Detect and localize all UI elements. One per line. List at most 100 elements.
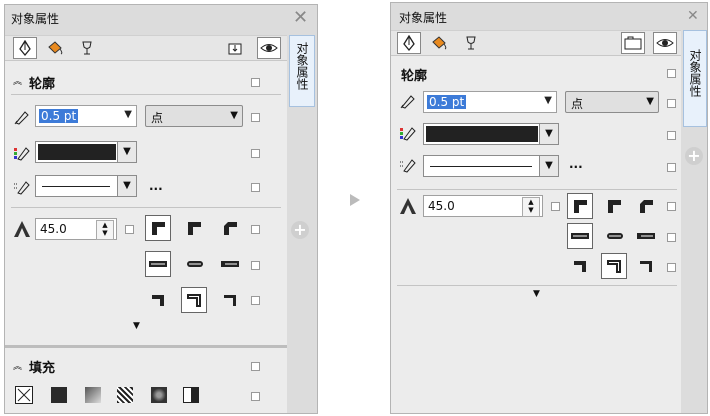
panel-title: 对象属性 (11, 12, 60, 26)
transparency-tab-button[interactable] (459, 32, 483, 54)
collapse-icon[interactable]: ︽ (13, 74, 22, 87)
row-checkbox[interactable] (667, 99, 676, 108)
paint-bucket-icon (48, 41, 63, 55)
eye-icon (260, 44, 278, 52)
row-checkbox[interactable] (125, 225, 134, 234)
right-arrow-icon (350, 194, 360, 206)
wine-glass-icon (466, 36, 476, 50)
section-checkbox[interactable] (667, 69, 676, 78)
row-checkbox[interactable] (251, 225, 260, 234)
outside-position-button[interactable] (145, 287, 171, 313)
pattern-fill-button[interactable] (117, 387, 133, 403)
collapse-icon[interactable]: ︽ (13, 359, 22, 372)
visibility-button[interactable] (653, 32, 677, 54)
outside-position-button[interactable] (567, 253, 593, 279)
row-checkbox[interactable] (667, 163, 676, 172)
center-position-button[interactable] (601, 253, 627, 279)
butt-cap-icon (149, 261, 167, 267)
outline-tab-button[interactable] (397, 32, 421, 54)
divider (397, 285, 677, 286)
section-checkbox[interactable] (251, 362, 260, 371)
butt-cap-button[interactable] (145, 251, 171, 277)
bevel-corner-button[interactable] (633, 193, 659, 219)
butt-cap-button[interactable] (567, 223, 593, 249)
close-icon[interactable]: ✕ (293, 9, 308, 27)
line-style-picker[interactable]: ▼ (35, 175, 137, 197)
miter-corner-icon (574, 200, 587, 213)
transparency-tab-button[interactable] (75, 37, 99, 59)
miter-corner-button[interactable] (567, 193, 593, 219)
object-properties-side-tab[interactable]: 对象属性 (289, 35, 315, 107)
row-checkbox[interactable] (251, 392, 260, 401)
row-checkbox[interactable] (251, 261, 260, 270)
no-fill-button[interactable] (15, 386, 33, 404)
miter-limit-spinbox[interactable]: 45.0 ▲ ▼ (423, 195, 543, 217)
add-tab-icon[interactable]: + (685, 147, 703, 165)
more-options-button[interactable]: ... (149, 179, 163, 193)
row-checkbox[interactable] (551, 202, 560, 211)
center-position-button[interactable] (181, 287, 207, 313)
round-cap-button[interactable] (601, 223, 627, 249)
outline-tab-button[interactable] (13, 37, 37, 59)
row-checkbox[interactable] (251, 113, 260, 122)
spin-arrows[interactable]: ▲ ▼ (96, 220, 114, 240)
fill-section-title: 填充 (29, 361, 56, 376)
no-fill-icon (17, 388, 31, 402)
chevron-down-icon[interactable]: ▼ (117, 176, 136, 196)
line-style-icon (14, 181, 30, 195)
outline-color-icon (400, 127, 416, 141)
round-cap-button[interactable] (181, 251, 207, 277)
outline-color-picker[interactable]: ▼ (423, 123, 559, 145)
chevron-down-icon: ▼ (230, 110, 238, 121)
inside-position-button[interactable] (633, 253, 659, 279)
expand-more-icon[interactable]: ▼ (133, 321, 140, 331)
add-tab-icon[interactable]: + (291, 221, 309, 239)
round-corner-icon (188, 222, 201, 235)
row-checkbox[interactable] (667, 233, 676, 242)
divider (397, 189, 677, 190)
square-cap-icon (637, 233, 655, 239)
unit-dropdown[interactable]: 点 ▼ (565, 91, 659, 113)
fill-tab-button[interactable] (43, 37, 67, 59)
round-corner-button[interactable] (601, 193, 627, 219)
import-button[interactable] (223, 37, 247, 59)
fill-tab-button[interactable] (427, 32, 451, 54)
inside-position-button[interactable] (217, 287, 243, 313)
expand-more-icon[interactable]: ▼ (533, 289, 540, 299)
more-options-button[interactable]: ... (569, 157, 583, 171)
miter-corner-button[interactable] (145, 215, 171, 241)
round-corner-button[interactable] (181, 215, 207, 241)
visibility-button[interactable] (257, 37, 281, 59)
fountain-fill-button[interactable] (85, 387, 101, 403)
section-checkbox[interactable] (251, 78, 260, 87)
outline-width-combo[interactable]: 0.5 pt ▼ (423, 91, 557, 113)
row-checkbox[interactable] (667, 263, 676, 272)
row-checkbox[interactable] (667, 202, 676, 211)
square-cap-button[interactable] (633, 223, 659, 249)
outline-color-picker[interactable]: ▼ (35, 141, 137, 163)
miter-limit-spinbox[interactable]: 45.0 ▲ ▼ (35, 218, 117, 240)
row-checkbox[interactable] (251, 183, 260, 192)
object-properties-side-tab[interactable]: 对象属性 (683, 30, 707, 127)
chevron-down-icon[interactable]: ▼ (539, 156, 558, 176)
chevron-down-icon[interactable]: ▼ (539, 124, 558, 144)
unit-dropdown[interactable]: 点 ▼ (145, 105, 243, 127)
miter-limit-icon (400, 198, 416, 214)
frame-button[interactable] (621, 32, 645, 54)
miter-limit-value: 45.0 (40, 222, 67, 236)
spin-arrows[interactable]: ▲ ▼ (522, 197, 540, 217)
texture-fill-button[interactable] (151, 387, 167, 403)
bevel-corner-icon (640, 200, 653, 213)
postscript-fill-button[interactable] (183, 387, 199, 403)
row-checkbox[interactable] (667, 131, 676, 140)
row-checkbox[interactable] (251, 149, 260, 158)
bevel-corner-button[interactable] (217, 215, 243, 241)
line-style-picker[interactable]: ▼ (423, 155, 559, 177)
outline-width-combo[interactable]: 0.5 pt ▼ (35, 105, 137, 127)
uniform-fill-button[interactable] (51, 387, 67, 403)
chevron-down-icon[interactable]: ▼ (117, 142, 136, 162)
row-checkbox[interactable] (251, 296, 260, 305)
square-cap-button[interactable] (217, 251, 243, 277)
close-icon[interactable]: ✕ (687, 9, 699, 23)
outline-section-title: 轮廓 (401, 69, 428, 84)
